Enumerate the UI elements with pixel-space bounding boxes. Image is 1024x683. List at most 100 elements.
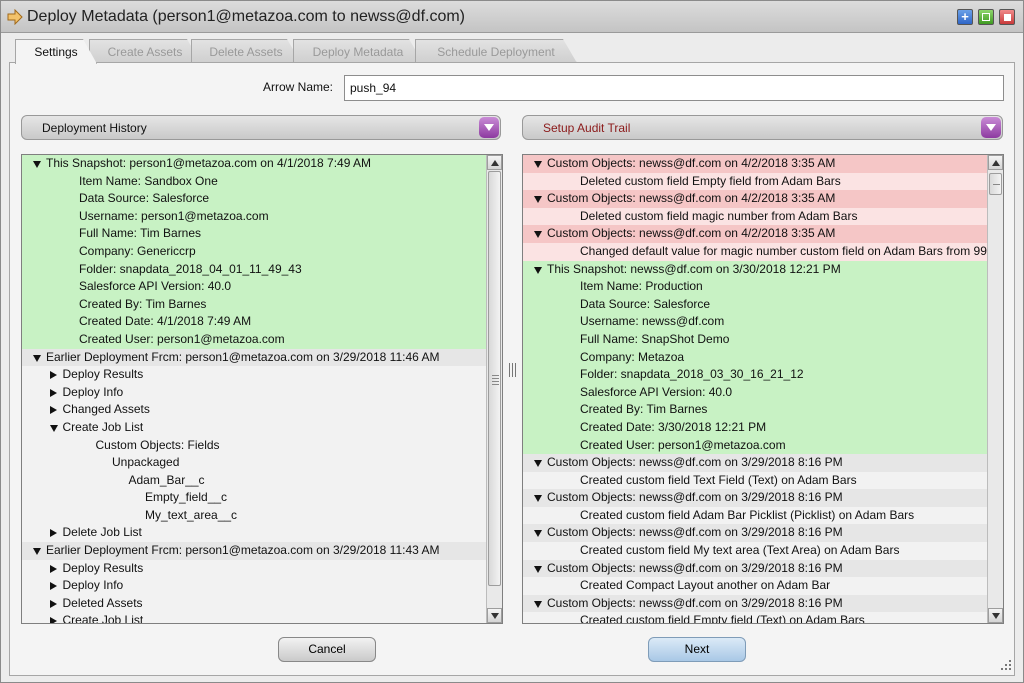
scroll-up-icon[interactable] [988,155,1003,170]
caret-right-icon[interactable] [49,406,57,415]
tree-node[interactable]: Delete Job List [22,524,486,543]
tree-node[interactable]: Deploy Results [22,559,486,578]
audit-dropdown[interactable]: Setup Audit Trail [522,115,1003,140]
tree-node[interactable]: Deploy Results [22,366,486,384]
list-item[interactable]: Empty_field__c [22,489,486,507]
list-item[interactable]: Custom Objects: Fields [22,436,486,455]
tree-node[interactable]: Custom Objects: newss@df.com on 3/29/201… [523,454,987,472]
caret-down-icon[interactable] [534,600,542,608]
tree-node[interactable]: This Snapshot: person1@metazoa.com on 4/… [22,155,486,173]
caret-down-icon[interactable] [534,266,542,274]
audit-trail-tree[interactable]: Custom Objects: newss@df.com on 4/2/2018… [522,154,1004,624]
scroll-down-icon[interactable] [988,608,1003,623]
tab-delete-assets[interactable]: Delete Assets [191,39,301,63]
caret-right-icon[interactable] [49,617,57,623]
list-item[interactable]: Adam_Bar__c [22,471,486,490]
caret-right-icon[interactable] [49,371,57,380]
tree-node[interactable]: Create Job List [22,612,486,623]
list-item[interactable]: Username: person1@metazoa.com [22,207,486,226]
arrow-name-input[interactable] [344,75,1004,101]
list-item[interactable]: Created Compact Layout another on Adam B… [523,577,987,595]
list-item[interactable]: Salesforce API Version: 40.0 [523,383,987,402]
list-item[interactable]: Created Date: 3/30/2018 12:21 PM [523,418,987,437]
list-item[interactable]: Full Name: SnapShot Demo [523,330,987,349]
list-item[interactable]: Data Source: Salesforce [523,295,987,314]
list-item[interactable]: Unpackaged [22,454,486,472]
caret-right-icon[interactable] [49,599,57,608]
list-item[interactable]: Item Name: Production [523,278,987,296]
list-item[interactable]: Created By: Tim Barnes [523,401,987,419]
list-item[interactable]: Created custom field Adam Bar Picklist (… [523,506,987,525]
tree-node[interactable]: Deploy Info [22,577,486,595]
scrollbar-thumb[interactable] [488,171,501,586]
scroll-up-icon[interactable] [487,155,502,170]
list-item[interactable]: Deleted custom field Empty field from Ad… [523,172,987,191]
list-item[interactable]: Created User: person1@metazoa.com [22,330,486,349]
caret-down-icon[interactable] [33,354,41,362]
tab-settings[interactable]: Settings [15,39,97,64]
tree-node[interactable]: Earlier Deployment Frcm: person1@metazoa… [22,542,486,560]
history-dropdown[interactable]: Deployment History [21,115,501,140]
tree-node[interactable]: Deploy Info [22,383,486,402]
scroll-down-icon[interactable] [487,608,502,623]
tree-node[interactable]: Custom Objects: newss@df.com on 3/29/201… [523,489,987,507]
list-item[interactable]: Created Date: 4/1/2018 7:49 AM [22,313,486,331]
close-button[interactable] [999,9,1015,25]
tab-schedule-deployment[interactable]: Schedule Deployment [415,39,577,63]
list-item[interactable]: Deleted custom field magic number from A… [523,207,987,226]
cancel-button[interactable]: Cancel [278,637,376,662]
list-item[interactable]: Data Source: Salesforce [22,190,486,208]
tree-node[interactable]: Create Job List [22,418,486,437]
scrollbar-thumb[interactable] [989,173,1002,195]
next-button[interactable]: Next [648,637,746,662]
tree-node[interactable]: Deleted Assets [22,594,486,613]
resize-grip-icon[interactable] [1001,660,1011,670]
caret-down-icon[interactable] [49,424,58,432]
caret-down-icon[interactable] [534,161,542,168]
tree-node[interactable]: Custom Objects: newss@df.com on 3/29/201… [523,559,987,578]
title-bar[interactable]: Deploy Metadata (person1@metazoa.com to … [1,1,1023,33]
caret-down-icon[interactable] [534,495,542,503]
maximize-button[interactable]: + [957,9,973,25]
caret-down-icon[interactable] [33,548,41,556]
chevron-down-icon[interactable] [981,117,1001,138]
list-item[interactable]: Created custom field Text Field (Text) o… [523,471,987,490]
caret-down-icon[interactable] [33,161,41,168]
vertical-scrollbar[interactable] [987,155,1003,623]
tree-node[interactable]: Custom Objects: newss@df.com on 4/2/2018… [523,225,987,243]
list-item[interactable]: Salesforce API Version: 40.0 [22,278,486,296]
list-item[interactable]: Username: newss@df.com [523,313,987,331]
caret-right-icon[interactable] [49,388,57,397]
tree-node[interactable]: Custom Objects: newss@df.com on 3/29/201… [523,524,987,543]
caret-down-icon[interactable] [534,231,542,239]
caret-down-icon[interactable] [534,565,542,573]
caret-right-icon[interactable] [49,564,57,573]
list-item[interactable]: Folder: snapdata_2018_03_30_16_21_12 [523,366,987,384]
list-item[interactable]: Full Name: Tim Barnes [22,225,486,243]
tab-deploy-metadata[interactable]: Deploy Metadata [293,39,423,63]
list-item[interactable]: Created custom field Empty field (Text) … [523,612,987,623]
deployment-history-tree[interactable]: This Snapshot: person1@metazoa.com on 4/… [21,154,503,624]
caret-down-icon[interactable] [534,530,542,538]
caret-down-icon[interactable] [534,196,542,204]
list-item[interactable]: Changed default value for magic number c… [523,242,987,261]
tree-node[interactable]: Custom Objects: newss@df.com on 3/29/201… [523,594,987,613]
list-item[interactable]: Created By: Tim Barnes [22,295,486,314]
caret-right-icon[interactable] [49,582,57,591]
list-item[interactable]: Item Name: Sandbox One [22,172,486,191]
restore-button[interactable] [978,9,994,25]
caret-down-icon[interactable] [534,460,542,468]
list-item[interactable]: Company: Genericcrp [22,242,486,261]
tree-node[interactable]: Changed Assets [22,401,486,419]
list-item[interactable]: Created custom field My text area (Text … [523,542,987,560]
list-item[interactable]: My_text_area__c [22,506,486,525]
tree-node[interactable]: Custom Objects: newss@df.com on 4/2/2018… [523,155,987,173]
list-item[interactable]: Folder: snapdata_2018_04_01_11_49_43 [22,260,486,279]
tree-node[interactable]: This Snapshot: newss@df.com on 3/30/2018… [523,260,987,279]
list-item[interactable]: Created User: person1@metazoa.com [523,436,987,455]
tree-node[interactable]: Custom Objects: newss@df.com on 4/2/2018… [523,190,987,208]
tree-node[interactable]: Earlier Deployment Frcm: person1@metazoa… [22,348,486,367]
panel-splitter[interactable] [508,363,517,377]
tab-create-assets[interactable]: Create Assets [89,39,201,63]
chevron-down-icon[interactable] [479,117,499,138]
